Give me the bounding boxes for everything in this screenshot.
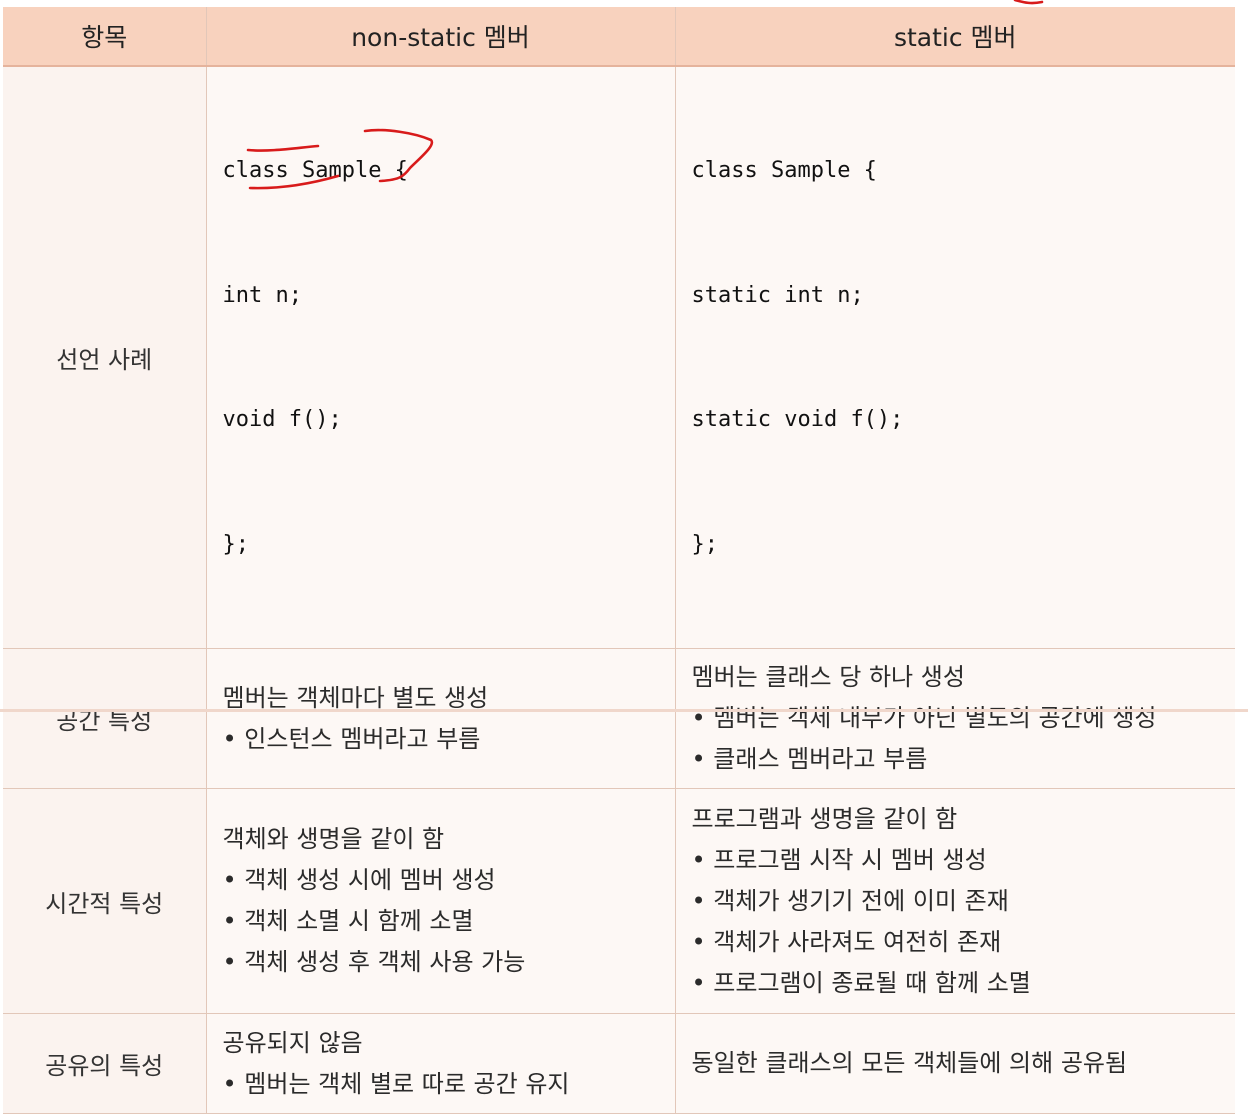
code-line: }; <box>222 531 250 557</box>
header-static: static 멤버 <box>675 7 1235 67</box>
table-row-space: 공간 특성 멤버는 객체마다 별도 생성 인스턴스 멤버라고 부름 멤버는 클래… <box>3 648 1236 789</box>
bullet-item: 객체가 사라져도 여전히 존재 <box>692 922 1236 963</box>
code-line: void f(); <box>222 407 342 432</box>
cell-title: 멤버는 클래스 당 하나 생성 <box>691 663 965 691</box>
header-nonstatic: non-static 멤버 <box>206 7 676 67</box>
bullet-item: 객체 생성 시에 멤버 생성 <box>223 860 675 901</box>
code-line: class Sample { <box>691 158 877 183</box>
code-line: }; <box>691 531 719 557</box>
cell-title: 프로그램과 생명을 같이 함 <box>691 804 958 833</box>
top-strip <box>0 0 1248 6</box>
cell-nonstatic: 객체와 생명을 같이 함 객체 생성 시에 멤버 생성 객체 소멸 시 함께 소… <box>206 788 676 1014</box>
table-row-time: 시간적 특성 객체와 생명을 같이 함 객체 생성 시에 멤버 생성 객체 소멸… <box>3 788 1236 1014</box>
bullet-item: 클래스 멤버라고 부름 <box>692 739 1236 780</box>
bullet-item: 프로그램이 종료될 때 함께 소멸 <box>692 963 1236 1004</box>
cell-title: 공유되지 않음 <box>222 1028 363 1057</box>
bullet-item: 인스턴스 멤버라고 부름 <box>223 719 675 760</box>
header-item: 항목 <box>3 7 207 67</box>
cell-nonstatic: 멤버는 객체마다 별도 생성 인스턴스 멤버라고 부름 <box>206 648 676 789</box>
bullet-item: 객체 소멸 시 함께 소멸 <box>223 901 675 942</box>
row-label: 공유의 특성 <box>3 1013 207 1114</box>
code-line: static void f(); <box>691 407 904 432</box>
code-line: class Sample { <box>222 158 408 183</box>
cell-static: 멤버는 클래스 당 하나 생성 멤버는 객체 내부가 아닌 별도의 공간에 생성… <box>675 648 1236 789</box>
cell-static: 동일한 클래스의 모든 객체들에 의해 공유됨 <box>675 1013 1235 1114</box>
bullet-item: 프로그램 시작 시 멤버 생성 <box>692 840 1236 881</box>
bullet-item: 멤버는 객체 내부가 아닌 별도의 공간에 생성 <box>692 698 1236 739</box>
table-row-share: 공유의 특성 공유되지 않음 멤버는 객체 별로 따로 공간 유지 동일한 클래… <box>3 1013 1235 1114</box>
code-block: class Sample { static int n; static void… <box>692 67 1236 648</box>
code-cell-static: class Sample { static int n; static void… <box>675 66 1235 649</box>
bullet-item: 객체가 생기기 전에 이미 존재 <box>692 881 1236 922</box>
bullet-item: 객체 생성 후 객체 사용 가능 <box>223 942 675 983</box>
code-block: class Sample { int n; void f(); }; <box>223 67 675 648</box>
row-label: 시간적 특성 <box>3 788 207 1014</box>
row-label: 공간 특성 <box>3 648 207 789</box>
cell-title: 객체와 생명을 같이 함 <box>222 825 445 853</box>
cell-nonstatic: 공유되지 않음 멤버는 객체 별로 따로 공간 유지 <box>206 1013 676 1114</box>
code-line: static int n; <box>691 282 864 308</box>
header-row: 항목 non-static 멤버 static 멤버 <box>3 7 1235 67</box>
cell-static: 프로그램과 생명을 같이 함 프로그램 시작 시 멤버 생성 객체가 생기기 전… <box>675 788 1236 1014</box>
code-cell-nonstatic: class Sample { int n; void f(); }; <box>206 66 676 649</box>
cell-title: 동일한 클래스의 모든 객체들에 의해 공유됨 <box>691 1049 1128 1077</box>
bullet-item: 멤버는 객체 별로 따로 공간 유지 <box>223 1064 675 1105</box>
comparison-table: 항목 non-static 멤버 static 멤버 선언 사례 class S… <box>3 7 1235 1114</box>
row-label: 선언 사례 <box>3 66 207 649</box>
table-row-declaration: 선언 사례 class Sample { int n; void f(); };… <box>3 66 1235 649</box>
cell-title: 멤버는 객체마다 별도 생성 <box>222 683 489 712</box>
code-line: int n; <box>222 282 302 308</box>
